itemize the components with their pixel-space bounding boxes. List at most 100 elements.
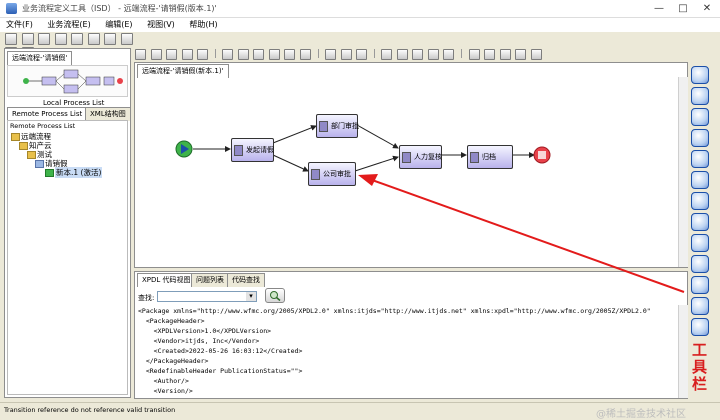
- close-button[interactable]: ✕: [698, 2, 716, 15]
- grid-icon[interactable]: [181, 49, 193, 60]
- code-line: <XPDLVersion>1.0</XPDLVersion>: [138, 327, 272, 335]
- end-tool-icon[interactable]: [691, 276, 709, 294]
- print-icon[interactable]: [530, 49, 542, 60]
- activity-archive[interactable]: 归档: [467, 145, 513, 169]
- process-tree: Remote Process List 远端流程 知产云 测试 请销假 新本.1…: [7, 120, 128, 395]
- code-scrollbar[interactable]: [678, 305, 688, 398]
- search-label: 查找:: [138, 294, 155, 302]
- select-icon[interactable]: [135, 49, 146, 60]
- local-process-list-label[interactable]: Local Process List: [43, 99, 104, 107]
- search-button[interactable]: [265, 288, 285, 303]
- code-line: <Created>2022-05-26 16:03:12</Created>: [138, 347, 303, 355]
- subflow-tool-icon[interactable]: [691, 129, 709, 147]
- zoom-out-icon[interactable]: [340, 49, 352, 60]
- open-icon[interactable]: [21, 33, 34, 45]
- activity-company-approval[interactable]: 公司审批: [308, 162, 356, 186]
- menu-help[interactable]: 帮助(H): [183, 18, 223, 30]
- code-view[interactable]: <Package xmlns="http://www.wfmc.org/2005…: [136, 305, 676, 398]
- route-tool-icon[interactable]: [691, 150, 709, 168]
- lane-icon[interactable]: [381, 49, 393, 60]
- minimize-button[interactable]: —: [650, 2, 668, 15]
- thumbnail-diagram: [23, 69, 123, 94]
- note-tool-icon[interactable]: [691, 213, 709, 231]
- activity-launch-leave[interactable]: 发起请假: [231, 138, 274, 162]
- activity-label: 归档: [482, 153, 496, 161]
- watermark: @稀土掘金技术社区: [596, 409, 686, 420]
- annotation-toolbar-label: 工具栏: [692, 341, 708, 393]
- tab-code-search[interactable]: 代码查找: [227, 273, 265, 287]
- tab-remote-process[interactable]: 远端流程-'请销假': [7, 51, 73, 65]
- menu-file[interactable]: 文件(F): [0, 18, 39, 30]
- save-icon[interactable]: [38, 33, 51, 45]
- align-middle-icon[interactable]: [284, 49, 296, 60]
- toolbar-separator: [373, 49, 375, 58]
- search-icon: [270, 291, 281, 302]
- new-icon[interactable]: [5, 33, 17, 45]
- layout-icon[interactable]: [197, 49, 209, 60]
- participant-tool-icon[interactable]: [691, 192, 709, 210]
- link-tool-icon[interactable]: [691, 297, 709, 315]
- maximize-button[interactable]: □: [674, 2, 692, 15]
- pointer-tool-icon[interactable]: [691, 66, 709, 84]
- search-combo[interactable]: ▾: [157, 291, 257, 302]
- copy-icon[interactable]: [412, 49, 424, 60]
- edit-icon[interactable]: [150, 49, 162, 60]
- menu-bar: 文件(F) 业务流程(E) 编辑(E) 视图(V) 帮助(H): [0, 18, 720, 32]
- zoom-in-icon[interactable]: [325, 49, 337, 60]
- menu-view[interactable]: 视图(V): [141, 18, 181, 30]
- validate-icon[interactable]: [166, 49, 178, 60]
- transition-line[interactable]: [354, 155, 399, 172]
- settings-icon[interactable]: [120, 33, 133, 45]
- align-top-icon[interactable]: [268, 49, 280, 60]
- tab-problem-list[interactable]: 问题列表: [191, 273, 229, 287]
- align-bottom-icon[interactable]: [300, 49, 312, 60]
- activity-tool-icon[interactable]: [691, 108, 709, 126]
- tree-header: Remote Process List: [10, 122, 76, 130]
- tree-item-version[interactable]: 新本.1 (激活): [55, 167, 103, 178]
- check-icon[interactable]: [104, 33, 117, 45]
- paste-icon[interactable]: [427, 49, 439, 60]
- align-left-icon[interactable]: [222, 49, 234, 60]
- block-tool-icon[interactable]: [691, 171, 709, 189]
- download-icon[interactable]: [87, 33, 100, 45]
- chevron-down-icon[interactable]: ▾: [246, 292, 256, 301]
- expand-tool-icon[interactable]: [691, 318, 709, 336]
- save-all-icon[interactable]: [54, 33, 67, 45]
- menu-edit[interactable]: 编辑(E): [99, 18, 138, 30]
- code-line: <RedefinableHeader PublicationStatus="">: [138, 367, 303, 375]
- transition-line[interactable]: [272, 154, 309, 172]
- tab-xpdl-code[interactable]: XPDL 代码视图: [137, 273, 196, 287]
- redo-icon[interactable]: [484, 49, 496, 60]
- align-right-icon[interactable]: [253, 49, 265, 60]
- code-line: <Version/>: [138, 387, 193, 395]
- tab-remote-process-list[interactable]: Remote Process List: [7, 107, 88, 121]
- version-icon: [45, 169, 54, 177]
- start-tool-icon[interactable]: [691, 87, 709, 105]
- properties-icon[interactable]: [499, 49, 511, 60]
- tab-diagram[interactable]: 远端流程-'请销假(新本.1)': [137, 64, 229, 78]
- code-line: <PackageHeader>: [138, 317, 205, 325]
- undo-icon[interactable]: [468, 49, 480, 60]
- export-icon[interactable]: [515, 49, 527, 60]
- delete-icon[interactable]: [443, 49, 455, 60]
- fit-icon[interactable]: [356, 49, 368, 60]
- left-panel: 远端流程-'请销假' Local Process List Remote Pro…: [4, 48, 131, 398]
- activity-icon: [319, 121, 328, 132]
- activity-hr-review[interactable]: 人力复核: [399, 145, 442, 169]
- status-message: Transition reference do not reference va…: [4, 406, 176, 414]
- code-line: <Vendor>itjds, Inc</Vendor>: [138, 337, 260, 345]
- tab-xml-structure[interactable]: XML结构图: [85, 107, 131, 121]
- loop-tool-icon[interactable]: [691, 255, 709, 273]
- code-line: <Package xmlns="http://www.wfmc.org/2005…: [138, 307, 651, 315]
- transition-line[interactable]: [272, 125, 317, 144]
- transition-tool-icon[interactable]: [691, 234, 709, 252]
- editor-toolbar: [134, 48, 689, 60]
- pool-icon[interactable]: [396, 49, 408, 60]
- code-line: </PackageHeader>: [138, 357, 209, 365]
- upload-icon[interactable]: [71, 33, 84, 45]
- align-center-icon[interactable]: [237, 49, 249, 60]
- transition-line[interactable]: [356, 124, 399, 149]
- menu-process[interactable]: 业务流程(E): [41, 18, 96, 30]
- activity-dept-approval[interactable]: 部门审批: [316, 114, 359, 138]
- folder-icon: [11, 133, 20, 141]
